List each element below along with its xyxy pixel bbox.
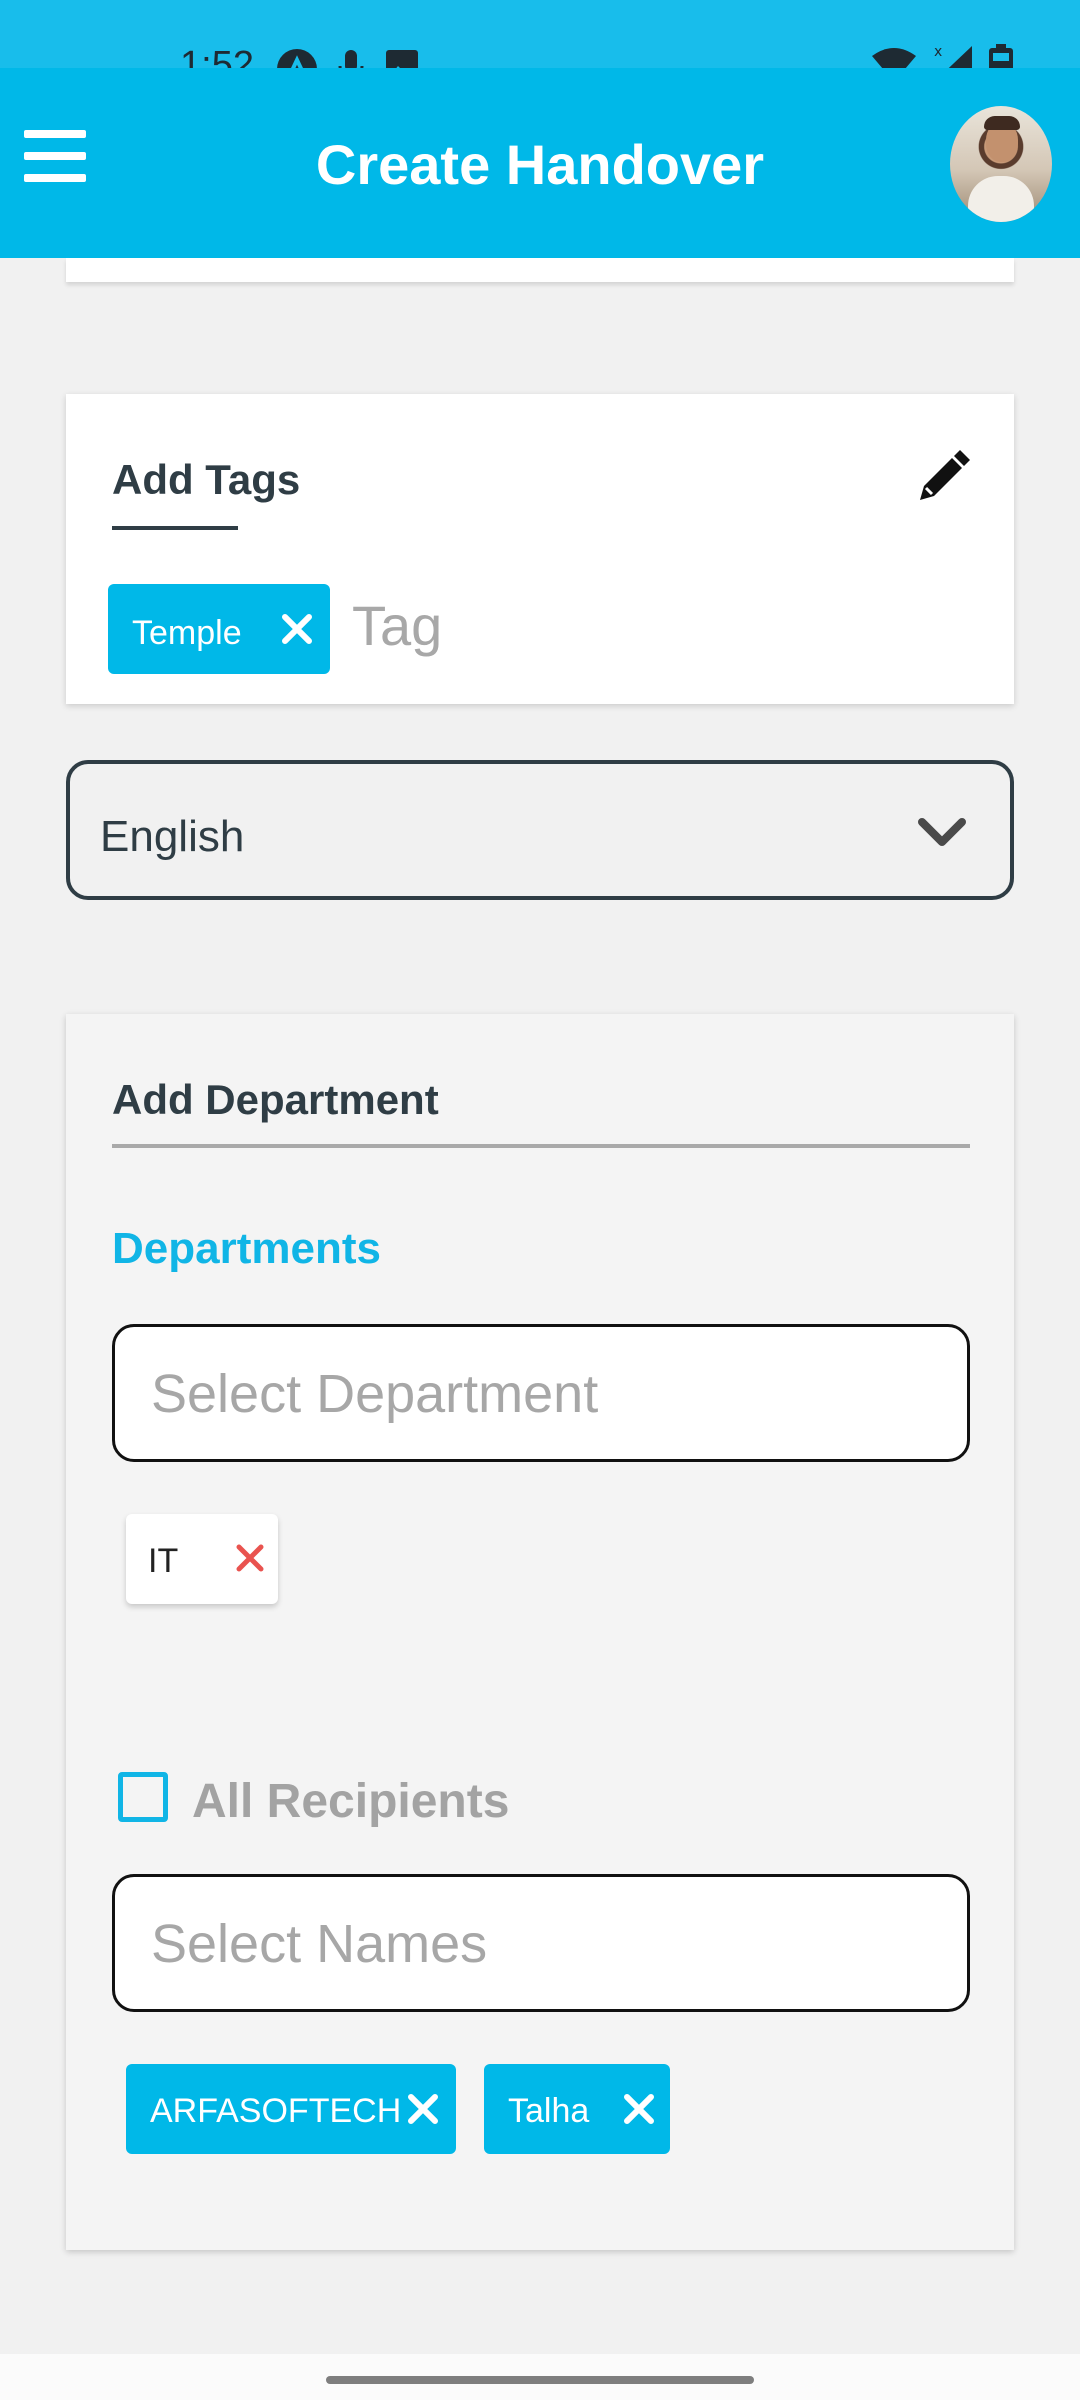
svg-text:x: x [934, 44, 942, 60]
page-title: Create Handover [315, 133, 765, 196]
previous-card [66, 258, 1014, 282]
recipient-chip[interactable]: Talha [484, 2064, 670, 2154]
tags-title-underline [112, 526, 238, 530]
pencil-icon[interactable] [916, 450, 970, 504]
department-select-input[interactable] [151, 1357, 931, 1431]
department-chip-label: IT [148, 1542, 179, 1580]
chevron-down-icon [918, 818, 966, 846]
department-title-underline [112, 1144, 970, 1148]
home-indicator[interactable] [326, 2376, 754, 2384]
avatar[interactable] [950, 106, 1052, 222]
tag-chip[interactable]: Temple [108, 584, 330, 674]
language-selected-value: English [100, 812, 245, 861]
tag-input[interactable] [352, 590, 952, 660]
departments-label: Departments [112, 1224, 381, 1273]
remove-recipient-icon[interactable] [622, 2092, 656, 2126]
remove-recipient-icon[interactable] [406, 2092, 440, 2126]
names-select-input[interactable] [151, 1907, 931, 1981]
recipient-chip[interactable]: ARFASOFTECH [126, 2064, 456, 2154]
status-bar: 1:52 x [0, 0, 1080, 89]
remove-department-icon[interactable] [234, 1542, 266, 1574]
remove-tag-icon[interactable] [280, 612, 314, 646]
tag-chip-label: Temple [132, 614, 242, 652]
tags-card: Add Tags Temple [66, 394, 1014, 704]
system-nav-bar [0, 2354, 1080, 2400]
department-chip[interactable]: IT [126, 1514, 278, 1604]
recipient-chip-label: Talha [508, 2092, 590, 2130]
department-title: Add Department [112, 1076, 439, 1123]
names-select-field[interactable] [112, 1874, 970, 2012]
all-recipients-label: All Recipients [192, 1775, 510, 1828]
recipient-chip-label: ARFASOFTECH [150, 2092, 402, 2130]
tags-title: Add Tags [112, 456, 301, 503]
department-select-field[interactable] [112, 1324, 970, 1462]
language-select[interactable]: English [66, 760, 1014, 900]
department-card: Add Department Departments IT All Recipi… [66, 1014, 1014, 2250]
all-recipients-checkbox[interactable] [118, 1772, 168, 1822]
